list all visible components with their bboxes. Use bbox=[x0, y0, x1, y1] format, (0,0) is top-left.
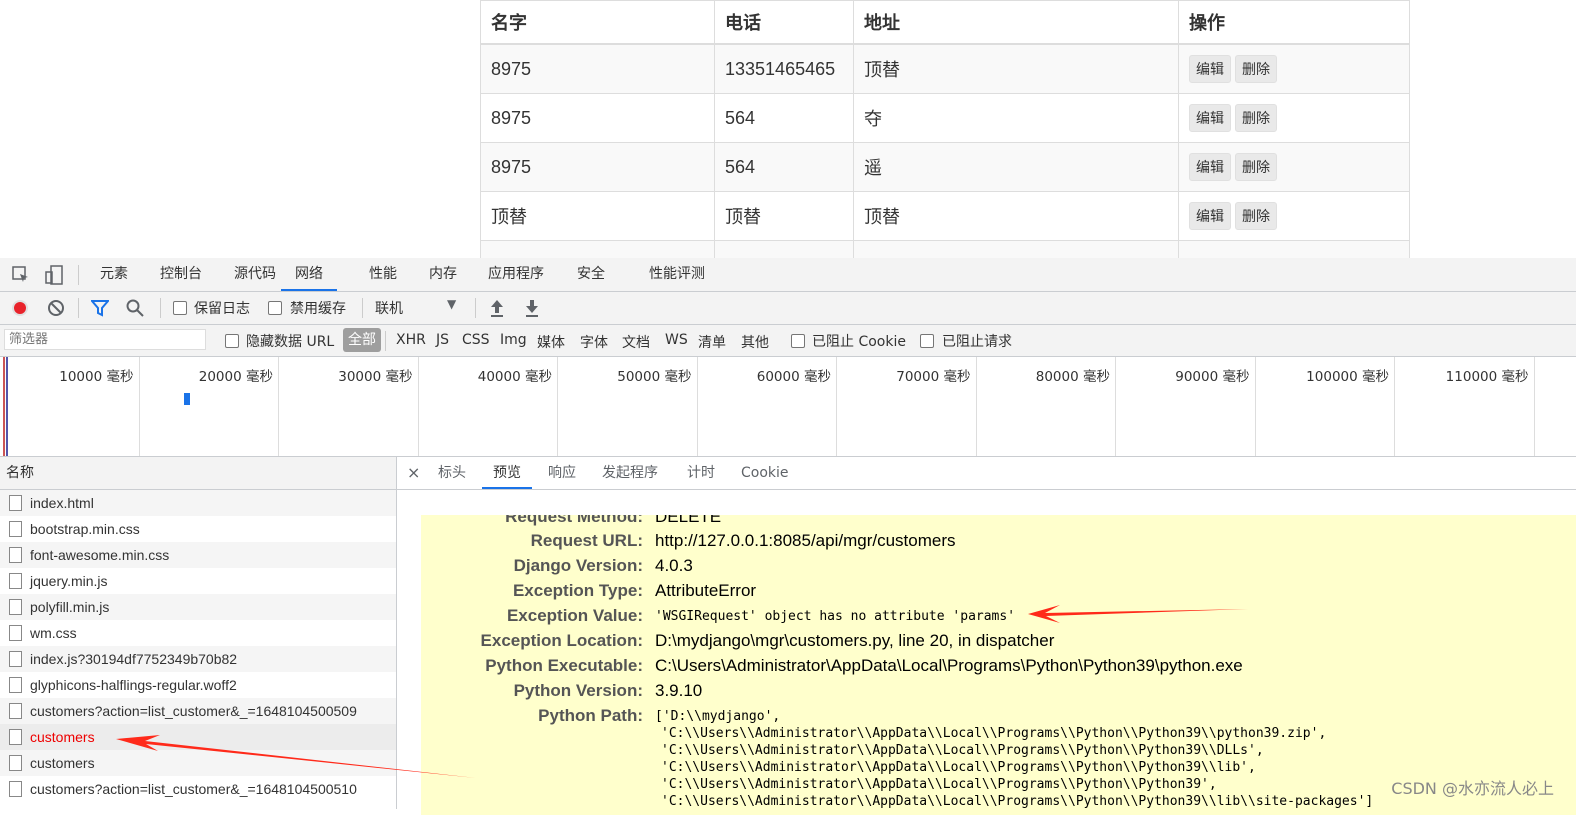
arrow-to-request bbox=[116, 735, 476, 778]
annotation-arrows bbox=[116, 605, 1248, 778]
watermark: CSDN @水亦流人必上 bbox=[1391, 779, 1554, 798]
arrow-to-exception bbox=[1028, 605, 1248, 623]
